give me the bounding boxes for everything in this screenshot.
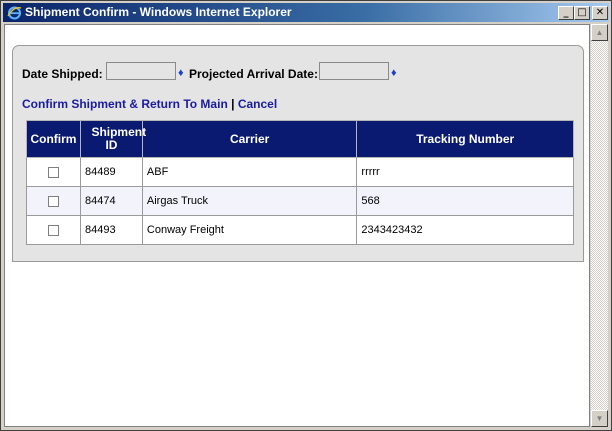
shipment-id-cell: 84489 bbox=[79, 157, 143, 187]
carrier-cell: ABF bbox=[141, 157, 358, 187]
tracking-number-cell: 568 bbox=[356, 186, 574, 216]
header-shipment-id: Shipment ID bbox=[79, 120, 146, 158]
date-shipped-input[interactable] bbox=[106, 62, 176, 80]
shipment-id-cell: 84474 bbox=[79, 186, 143, 216]
shipments-table: Confirm Shipment ID Carrier Tracking Num… bbox=[26, 120, 574, 245]
date-shipped-label: Date Shipped: bbox=[22, 67, 103, 81]
vertical-scrollbar[interactable]: ▲ ▼ bbox=[591, 24, 608, 427]
scroll-up-button[interactable]: ▲ bbox=[591, 24, 608, 41]
date-shipped-required-marker: ♦ bbox=[178, 67, 184, 79]
minimize-icon: _ bbox=[563, 7, 569, 18]
projected-arrival-required-marker: ♦ bbox=[391, 67, 397, 79]
scroll-down-arrow-icon: ▼ bbox=[595, 414, 604, 423]
minimize-button[interactable]: _ bbox=[558, 6, 574, 20]
ie-logo-icon bbox=[7, 6, 22, 20]
close-button[interactable]: ✕ bbox=[592, 6, 608, 20]
confirm-checkbox[interactable] bbox=[47, 195, 59, 207]
tracking-number-cell: 2343423432 bbox=[356, 215, 574, 245]
table-row: 84493 Conway Freight 2343423432 bbox=[26, 215, 574, 245]
page-content: Date Shipped: ♦ Projected Arrival Date: … bbox=[4, 24, 590, 427]
confirm-cell bbox=[26, 186, 81, 216]
scroll-up-arrow-icon: ▲ bbox=[595, 28, 604, 37]
title-bar[interactable]: Shipment Confirm - Windows Internet Expl… bbox=[3, 3, 609, 22]
projected-arrival-label: Projected Arrival Date: bbox=[189, 67, 318, 81]
confirm-checkbox[interactable] bbox=[47, 166, 59, 178]
confirm-cell bbox=[26, 215, 81, 245]
action-links: Confirm Shipment & Return To Main | Canc… bbox=[22, 97, 277, 111]
header-carrier: Carrier bbox=[141, 120, 358, 158]
carrier-cell: Conway Freight bbox=[141, 215, 358, 245]
table-header-row: Confirm Shipment ID Carrier Tracking Num… bbox=[26, 120, 574, 158]
tracking-number-cell: rrrrr bbox=[356, 157, 574, 187]
confirm-and-return-link[interactable]: Confirm Shipment & Return To Main bbox=[22, 97, 228, 111]
table-row: 84474 Airgas Truck 568 bbox=[26, 186, 574, 216]
close-icon: ✕ bbox=[595, 7, 605, 18]
header-tracking-number: Tracking Number bbox=[356, 120, 574, 158]
shipment-id-cell: 84493 bbox=[79, 215, 143, 245]
scroll-down-button[interactable]: ▼ bbox=[591, 410, 608, 427]
projected-arrival-input[interactable] bbox=[319, 62, 389, 80]
shipment-panel: Date Shipped: ♦ Projected Arrival Date: … bbox=[12, 45, 584, 262]
confirm-cell bbox=[26, 157, 81, 187]
maximize-icon: □ bbox=[577, 7, 587, 18]
table-row: 84489 ABF rrrrr bbox=[26, 157, 574, 187]
confirm-checkbox[interactable] bbox=[47, 224, 59, 236]
window-title: Shipment Confirm - Windows Internet Expl… bbox=[25, 5, 292, 19]
cancel-link[interactable]: Cancel bbox=[238, 97, 277, 111]
carrier-cell: Airgas Truck bbox=[141, 186, 358, 216]
link-separator: | bbox=[231, 97, 235, 111]
browser-window: Shipment Confirm - Windows Internet Expl… bbox=[0, 0, 612, 431]
maximize-button[interactable]: □ bbox=[574, 6, 590, 20]
header-confirm: Confirm bbox=[26, 120, 81, 158]
